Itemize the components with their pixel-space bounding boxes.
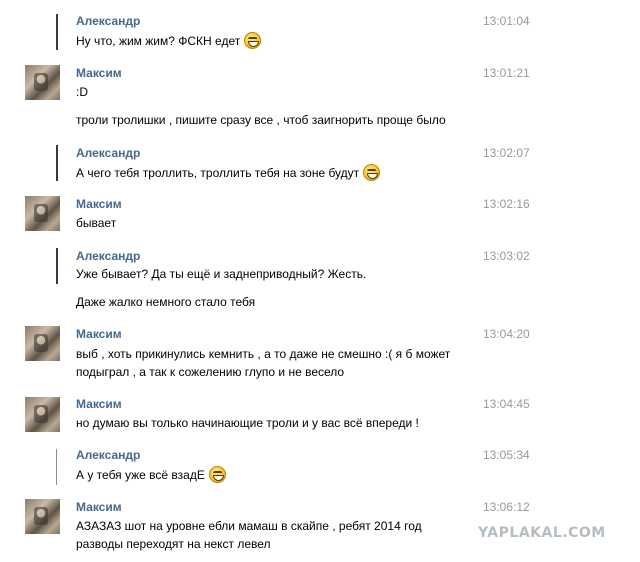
sender-name[interactable]: Максим bbox=[76, 197, 122, 211]
laughing-smiley-icon bbox=[363, 164, 381, 181]
avatar[interactable] bbox=[25, 326, 60, 361]
message-time: 13:02:07 bbox=[483, 146, 530, 160]
message-text: но думаю вы только начинающие троли и у … bbox=[76, 416, 419, 430]
sender-name[interactable]: Максим bbox=[76, 397, 122, 411]
message-text: троли тролишки , пишите сразу все , чтоб… bbox=[76, 113, 446, 127]
message-time: 13:01:04 bbox=[483, 14, 530, 28]
sender-name[interactable]: Максим bbox=[76, 66, 122, 80]
message-time: 13:03:02 bbox=[483, 249, 530, 263]
message-text: Уже бывает? Да ты ещё и заднеприводный? … bbox=[76, 267, 367, 281]
laughing-smiley-icon bbox=[244, 32, 262, 49]
message-time: 13:05:34 bbox=[483, 448, 530, 462]
sender-name[interactable]: Александр bbox=[76, 448, 140, 462]
watermark: YAPLAKAL.COM bbox=[478, 525, 606, 541]
message-text: А чего тебя троллить, троллить тебя на з… bbox=[76, 164, 381, 182]
sender-name[interactable]: Максим bbox=[76, 500, 122, 514]
message-time: 13:06:12 bbox=[483, 500, 530, 514]
message-time: 13:04:20 bbox=[483, 327, 530, 341]
sender-marker bbox=[56, 248, 58, 284]
avatar[interactable] bbox=[25, 196, 60, 231]
avatar[interactable] bbox=[25, 397, 60, 432]
message-text: бывает bbox=[76, 216, 117, 230]
message-text: разводы переходят на некст левел bbox=[76, 537, 271, 551]
sender-name[interactable]: Александр bbox=[76, 249, 140, 263]
laughing-smiley-icon bbox=[208, 466, 226, 483]
message-text: А у тебя уже всё взадЕ bbox=[76, 466, 226, 484]
sender-marker bbox=[56, 449, 57, 485]
message-text: Даже жалко немного стало тебя bbox=[76, 295, 256, 309]
sender-name[interactable]: Александр bbox=[76, 146, 140, 160]
avatar[interactable] bbox=[25, 65, 60, 100]
message-time: 13:04:45 bbox=[483, 397, 530, 411]
avatar[interactable] bbox=[25, 499, 60, 534]
message-text: подыграл , а так к сожелению глупо и не … bbox=[76, 365, 345, 379]
sender-name[interactable]: Максим bbox=[76, 327, 122, 341]
sender-name[interactable]: Александр bbox=[76, 14, 140, 28]
sender-marker bbox=[56, 14, 58, 50]
message-text: выб , хоть прикинулись кемнить , а то да… bbox=[76, 347, 451, 361]
chat-history: { "messages": [ {"sender": "Александр", … bbox=[0, 0, 640, 562]
message-time: 13:02:16 bbox=[483, 197, 530, 211]
message-text: Ну что, жим жим? ФСКН едет bbox=[76, 32, 262, 50]
message-text: АЗАЗАЗ шот на уровне ебли мамаш в скайпе… bbox=[76, 519, 422, 533]
message-time: 13:01:21 bbox=[483, 66, 530, 80]
sender-marker bbox=[56, 145, 58, 181]
message-text: :D bbox=[76, 85, 88, 99]
